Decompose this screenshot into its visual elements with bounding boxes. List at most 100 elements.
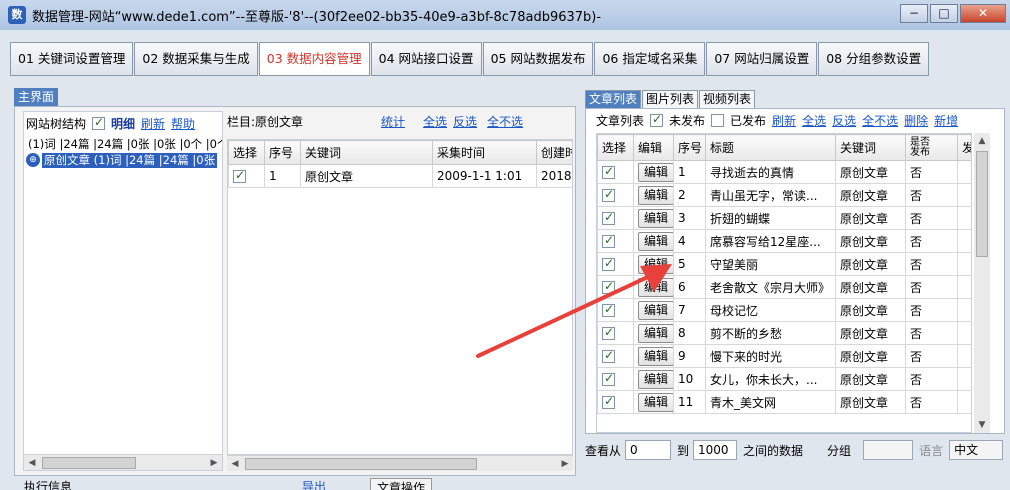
tab-domain-collect[interactable]: 06 指定域名采集 — [594, 42, 706, 76]
row-keyword: 原创文章 — [835, 367, 906, 391]
edit-button[interactable]: 编辑 — [638, 323, 673, 343]
mid-horizontal-scrollbar[interactable]: ◀ ▶ — [227, 455, 573, 471]
row-checkbox[interactable] — [602, 210, 615, 225]
close-button[interactable]: ✕ — [960, 4, 1006, 23]
unpublished-label: 未发布 — [669, 114, 706, 128]
header-keyword[interactable]: 关键词 — [300, 140, 433, 165]
bottom-bar: 执行信息 导出 文章操作 — [14, 478, 574, 490]
tree-help-link[interactable]: 帮助 — [171, 115, 195, 132]
mid-invert-link[interactable]: 反选 — [453, 113, 487, 130]
edit-button[interactable]: 编辑 — [638, 231, 673, 251]
scroll-right-icon[interactable]: ▶ — [557, 456, 573, 472]
mid-select-all-link[interactable]: 全选 — [423, 113, 453, 130]
table-row[interactable]: 编辑11青木_美文网原创文章否 — [597, 390, 971, 414]
tab-data-collection[interactable]: 02 数据采集与生成 — [134, 42, 258, 76]
right-select-all-link[interactable]: 全选 — [802, 112, 826, 129]
header-index[interactable]: 序号 — [673, 134, 706, 161]
edit-button[interactable]: 编辑 — [638, 185, 673, 205]
scroll-thumb[interactable] — [245, 458, 477, 470]
article-ops-button[interactable]: 文章操作 — [370, 478, 433, 490]
scroll-right-icon[interactable]: ▶ — [206, 455, 222, 471]
header-publish[interactable]: 发 — [957, 134, 971, 161]
row-checkbox[interactable] — [602, 233, 615, 248]
new-link[interactable]: 新增 — [934, 112, 958, 129]
table-row[interactable]: 编辑7母校记忆原创文章否 — [597, 298, 971, 322]
row-checkbox[interactable] — [602, 394, 615, 409]
detail-checkbox[interactable] — [92, 115, 106, 130]
edit-button[interactable]: 编辑 — [638, 300, 673, 320]
edit-button[interactable]: 编辑 — [638, 277, 673, 297]
edit-button[interactable]: 编辑 — [638, 208, 673, 228]
from-input[interactable]: 0 — [625, 440, 672, 460]
tab-group-params[interactable]: 08 分组参数设置 — [818, 42, 930, 76]
table-row[interactable]: 编辑4席慕容写给12星座...原创文章否 — [597, 229, 971, 253]
row-publish-extra — [957, 298, 971, 322]
tree-refresh-link[interactable]: 刷新 — [141, 115, 165, 132]
row-checkbox[interactable] — [602, 164, 615, 179]
right-select-none-link[interactable]: 全不选 — [862, 112, 898, 129]
article-vertical-scrollbar[interactable]: ▲ ▼ — [974, 133, 990, 433]
table-row[interactable]: 编辑5守望美丽原创文章否 — [597, 252, 971, 276]
tree-node-original[interactable]: ⊕ 原创文章 (1)词 |24篇 |24篇 |0张 — [26, 152, 222, 168]
tree-horizontal-scrollbar[interactable]: ◀ ▶ — [24, 454, 222, 470]
edit-button[interactable]: 编辑 — [638, 392, 673, 412]
edit-button[interactable]: 编辑 — [638, 162, 673, 182]
table-row[interactable]: 编辑2青山虽无字，常读...原创文章否 — [597, 183, 971, 207]
tab-keyword-settings[interactable]: 01 关键词设置管理 — [10, 42, 134, 76]
row-checkbox[interactable] — [602, 371, 615, 386]
header-select[interactable]: 选择 — [228, 140, 265, 165]
header-index[interactable]: 序号 — [264, 140, 301, 165]
table-row[interactable]: 1 原创文章 2009-1-1 1:01 2018-1 — [228, 164, 572, 188]
maximize-button[interactable]: □ — [930, 4, 958, 23]
row-published: 否 — [905, 229, 958, 253]
tab-article-list[interactable]: 文章列表 — [585, 90, 642, 109]
tab-site-ownership[interactable]: 07 网站归属设置 — [706, 42, 818, 76]
table-row[interactable]: 编辑9慢下来的时光原创文章否 — [597, 344, 971, 368]
group-select[interactable] — [863, 440, 914, 460]
row-checkbox[interactable] — [233, 168, 246, 183]
row-checkbox[interactable] — [602, 302, 615, 317]
scroll-thumb[interactable] — [976, 151, 988, 257]
tab-site-publish[interactable]: 05 网站数据发布 — [482, 42, 594, 76]
header-is-published[interactable]: 是否 发布 — [905, 134, 958, 161]
scroll-left-icon[interactable]: ◀ — [227, 456, 243, 472]
table-row[interactable]: 编辑3折翅的蝴蝶原创文章否 — [597, 206, 971, 230]
right-refresh-link[interactable]: 刷新 — [772, 112, 796, 129]
table-row[interactable]: 编辑8剪不断的乡愁原创文章否 — [597, 321, 971, 345]
scroll-down-icon[interactable]: ▼ — [974, 417, 990, 433]
table-row[interactable]: 编辑6老舍散文《宗月大师》原创文章否 — [597, 275, 971, 299]
header-edit[interactable]: 编辑 — [633, 134, 674, 161]
tab-video-list[interactable]: 视频列表 — [699, 90, 756, 109]
stats-link[interactable]: 统计 — [381, 113, 423, 130]
row-checkbox[interactable] — [602, 348, 615, 363]
header-keyword[interactable]: 关键词 — [835, 134, 906, 161]
tab-site-interface[interactable]: 04 网站接口设置 — [370, 42, 482, 76]
edit-button[interactable]: 编辑 — [638, 369, 673, 389]
scroll-thumb[interactable] — [42, 457, 136, 469]
tab-data-content[interactable]: 03 数据内容管理 — [258, 42, 370, 76]
minimize-button[interactable]: − — [900, 4, 928, 23]
row-checkbox[interactable] — [602, 187, 615, 202]
table-row[interactable]: 编辑10女儿，你未长大，...原创文章否 — [597, 367, 971, 391]
export-link[interactable]: 导出 — [302, 478, 326, 490]
row-checkbox[interactable] — [602, 279, 615, 294]
row-checkbox[interactable] — [602, 325, 615, 340]
edit-button[interactable]: 编辑 — [638, 254, 673, 274]
published-checkbox[interactable] — [711, 114, 725, 127]
row-checkbox[interactable] — [602, 256, 615, 271]
header-created[interactable]: 创建时 — [536, 140, 572, 165]
tab-image-list[interactable]: 图片列表 — [642, 90, 699, 109]
edit-button[interactable]: 编辑 — [638, 346, 673, 366]
table-row[interactable]: 编辑1寻找逝去的真情原创文章否 — [597, 160, 971, 184]
mid-select-none-link[interactable]: 全不选 — [487, 113, 531, 130]
header-title[interactable]: 标题 — [705, 134, 836, 161]
unpublished-checkbox[interactable] — [650, 112, 664, 127]
header-collect-time[interactable]: 采集时间 — [432, 140, 537, 165]
right-invert-link[interactable]: 反选 — [832, 112, 856, 129]
header-select[interactable]: 选择 — [597, 134, 634, 161]
scroll-left-icon[interactable]: ◀ — [24, 455, 40, 471]
to-input[interactable]: 1000 — [693, 440, 738, 460]
scroll-up-icon[interactable]: ▲ — [974, 133, 990, 149]
language-select[interactable]: 中文 — [949, 440, 1004, 460]
delete-link[interactable]: 删除 — [904, 112, 928, 129]
